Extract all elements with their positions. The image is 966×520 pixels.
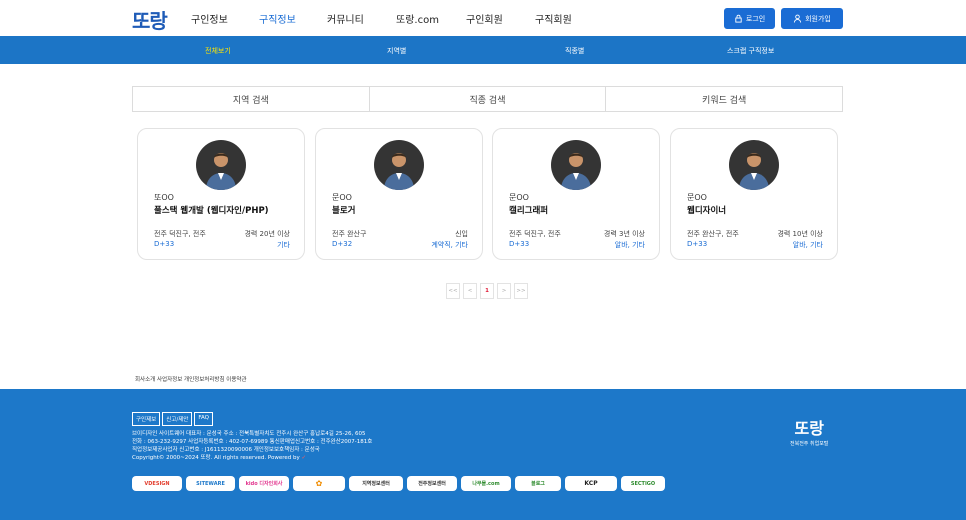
page-button-current[interactable]: 1: [480, 283, 494, 299]
badge-jeonju-center[interactable]: 전주정보센터: [407, 476, 457, 491]
experience: 신입: [455, 230, 468, 238]
avatar: [729, 140, 779, 190]
company-info-line: 직업정보제공사업자 신고번호 : J1611320090006 개인정보보호책임…: [132, 447, 320, 453]
employment-type: 계약직, 기타: [431, 241, 468, 249]
job-title: 풀스택 웹개발 (웹디자인/PHP): [154, 206, 269, 216]
prev-page-button[interactable]: <: [463, 283, 477, 299]
badge-vdesign[interactable]: VDESIGN: [132, 476, 182, 491]
pagination: << < 1 > >>: [446, 283, 528, 299]
experience: 경력 20년 이상: [244, 230, 290, 238]
avatar: [374, 140, 424, 190]
company-info-line: 브이디자인 사이트웨어 대표자 : 문성국 주소 : 전북특별자치도 전주시 완…: [132, 431, 366, 437]
report-job-button[interactable]: 구인제보: [132, 412, 161, 426]
job-title: 블로거: [332, 206, 356, 216]
badge-flower-icon[interactable]: ✿: [293, 476, 345, 491]
badge-kcp[interactable]: KCP: [565, 476, 617, 491]
tab-region-search[interactable]: 지역 검색: [133, 87, 370, 111]
resume-card[interactable]: 문OO 블로거 전주 완산구 신입 D+32 계약직, 기타: [315, 128, 483, 260]
applicant-name: 문OO: [687, 193, 707, 202]
footer-logo-text: 또랑: [794, 419, 824, 438]
copyright-text: Copyright© 2000~2024 또랑. All rights rese…: [132, 455, 300, 461]
faq-button[interactable]: FAQ: [194, 412, 213, 426]
flower-icon: ✿: [315, 479, 323, 488]
powered-by-icon: ✓: [301, 455, 307, 461]
footer-logo-sub: 전북전주 취업포털: [790, 441, 829, 447]
badge-namumall[interactable]: 나무몰.com: [461, 476, 511, 491]
applicant-name: 또OO: [154, 193, 174, 202]
nav-item-job-seekers[interactable]: 구직정보: [259, 11, 296, 26]
footer-logo[interactable]: 또랑 전북전주 취업포털: [790, 415, 828, 447]
sub-nav: 전체보기 지역별 직종별 스크랩 구직정보: [0, 36, 966, 64]
nav-item-ttorang-com[interactable]: 또랑.com: [396, 11, 439, 26]
job-title: 웹디자이너: [687, 206, 727, 216]
subnav-item-by-job[interactable]: 직종별: [565, 46, 584, 56]
nav-item-employer-members[interactable]: 구인회원: [466, 11, 503, 26]
employment-type: 알바, 기타: [614, 241, 645, 249]
footer-links[interactable]: 회사소개 사업자정보 개인정보처리방침 이용약관: [135, 375, 247, 383]
partner-badges: VDESIGN SITEWARE kido 디자인회사 ✿ 지역정보센터 전주정…: [132, 476, 665, 491]
badge-kido[interactable]: kido 디자인회사: [239, 476, 289, 491]
first-page-button[interactable]: <<: [446, 283, 460, 299]
badge-region-center[interactable]: 지역정보센터: [349, 476, 403, 491]
next-page-button[interactable]: >: [497, 283, 511, 299]
badge-siteware[interactable]: SITEWARE: [186, 476, 235, 491]
tab-job-search[interactable]: 직종 검색: [370, 87, 607, 111]
last-page-button[interactable]: >>: [514, 283, 528, 299]
company-info: 브이디자인 사이트웨어 대표자 : 문성국 주소 : 전북특별자치도 전주시 완…: [132, 430, 372, 462]
nav-item-community[interactable]: 커뮤니티: [327, 11, 364, 26]
experience: 경력 10년 이상: [777, 230, 823, 238]
login-label: 로그인: [745, 14, 766, 23]
job-title: 캘리그래퍼: [509, 206, 549, 216]
footer-buttons: 구인제보 신고/제안 FAQ: [132, 412, 213, 426]
employment-type: 기타: [277, 241, 290, 249]
resume-card[interactable]: 또OO 풀스택 웹개발 (웹디자인/PHP) 전주 덕진구, 전주 경력 20년…: [137, 128, 305, 260]
location: 전주 완산구: [332, 230, 367, 238]
applicant-name: 문OO: [332, 193, 352, 202]
applicant-name: 문OO: [509, 193, 529, 202]
avatar: [551, 140, 601, 190]
nav-item-seeker-members[interactable]: 구직회원: [535, 11, 572, 26]
lock-icon: [735, 14, 742, 23]
signup-button[interactable]: 회원가입: [781, 8, 843, 29]
experience: 경력 3년 이상: [603, 230, 645, 238]
subnav-item-all[interactable]: 전체보기: [205, 46, 231, 56]
badge-blog[interactable]: 블로그: [515, 476, 561, 491]
subnav-item-by-region[interactable]: 지역별: [387, 46, 406, 56]
location: 전주 완산구, 전주: [687, 230, 739, 238]
user-icon: [794, 14, 802, 23]
d-day: D+33: [509, 240, 530, 248]
tab-keyword-search[interactable]: 키워드 검색: [606, 87, 842, 111]
avatar: [196, 140, 246, 190]
footer: 구인제보 신고/제안 FAQ 브이디자인 사이트웨어 대표자 : 문성국 주소 …: [0, 389, 966, 520]
subnav-item-scrap[interactable]: 스크랩 구직정보: [727, 46, 774, 56]
d-day: D+32: [332, 240, 353, 248]
login-button[interactable]: 로그인: [724, 8, 775, 29]
badge-sectigo[interactable]: SECTIGO: [621, 476, 665, 491]
employment-type: 알바, 기타: [792, 241, 823, 249]
resume-card[interactable]: 문OO 웹디자이너 전주 완산구, 전주 경력 10년 이상 D+33 알바, …: [670, 128, 838, 260]
search-tabs: 지역 검색 직종 검색 키워드 검색: [132, 86, 843, 112]
location: 전주 덕진구, 전주: [154, 230, 206, 238]
report-suggest-button[interactable]: 신고/제안: [162, 412, 193, 426]
signup-label: 회원가입: [805, 14, 831, 23]
nav-item-job-offers[interactable]: 구인정보: [191, 11, 228, 26]
site-logo[interactable]: 또랑: [132, 5, 168, 34]
location: 전주 덕진구, 전주: [509, 230, 561, 238]
resume-card[interactable]: 문OO 캘리그래퍼 전주 덕진구, 전주 경력 3년 이상 D+33 알바, 기…: [492, 128, 660, 260]
d-day: D+33: [154, 240, 175, 248]
company-info-line: 전화 : 063-232-9297 사업자등록번호 : 402-07-69989…: [132, 439, 373, 445]
copyright: Copyright© 2000~2024 또랑. All rights rese…: [132, 454, 372, 462]
top-header: 또랑 구인정보 구직정보 커뮤니티 또랑.com 구인회원 구직회원 로그인 회…: [0, 0, 966, 36]
d-day: D+33: [687, 240, 708, 248]
